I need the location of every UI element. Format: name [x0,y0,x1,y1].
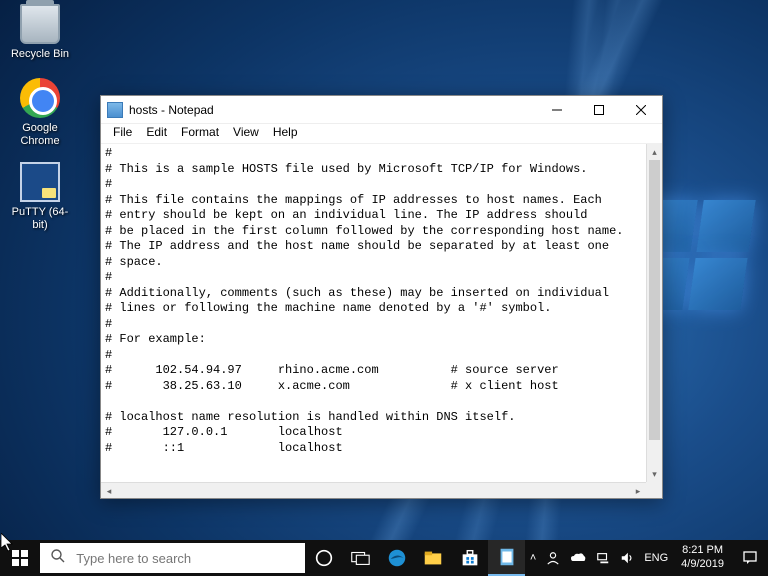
notepad-window[interactable]: hosts - Notepad File Edit Format View He… [100,95,663,499]
scroll-left-icon[interactable]: ◂ [101,483,117,498]
titlebar[interactable]: hosts - Notepad [101,96,662,124]
tray-chevron-up-icon[interactable]: ˄ [525,540,541,576]
tray-time: 8:21 PM [681,544,724,558]
editor-area: # # This is a sample HOSTS file used by … [101,144,662,498]
tray-onedrive-icon[interactable] [565,540,591,576]
chrome-icon [20,78,60,118]
taskbar: Type here to search ˄ ENG 8:21 PM 4/9/20… [0,540,768,576]
menu-file[interactable]: File [107,124,138,143]
desktop-icon-label: PuTTY (64-bit) [6,206,74,232]
close-button[interactable] [620,96,662,124]
tray-clock[interactable]: 8:21 PM 4/9/2019 [673,544,732,572]
windows-logo-icon [12,550,28,566]
recycle-bin-icon [20,4,60,44]
tray-language[interactable]: ENG [639,540,673,576]
search-box[interactable]: Type here to search [40,543,305,573]
cortana-button[interactable] [305,540,342,576]
maximize-button[interactable] [578,96,620,124]
horizontal-scrollbar[interactable]: ◂ ▸ [101,482,646,498]
taskbar-app-notepad[interactable] [488,540,525,576]
vertical-scrollbar[interactable]: ▴ ▾ [646,144,662,482]
scroll-corner [646,482,662,498]
text-editor[interactable]: # # This is a sample HOSTS file used by … [101,144,646,482]
menu-help[interactable]: Help [267,124,304,143]
desktop-icon-recycle-bin[interactable]: Recycle Bin [6,4,74,61]
window-title: hosts - Notepad [129,103,214,117]
action-center-button[interactable] [732,540,768,576]
menu-format[interactable]: Format [175,124,225,143]
tray-volume-icon[interactable] [615,540,639,576]
tray-people-icon[interactable] [541,540,565,576]
scroll-up-icon[interactable]: ▴ [647,144,662,160]
scroll-right-icon[interactable]: ▸ [630,483,646,498]
putty-icon [20,162,60,202]
system-tray: ˄ ENG 8:21 PM 4/9/2019 [525,540,768,576]
search-placeholder: Type here to search [76,551,191,566]
start-button[interactable] [0,540,40,576]
search-icon [50,548,66,569]
menu-view[interactable]: View [227,124,265,143]
scroll-thumb[interactable] [649,160,660,440]
scroll-down-icon[interactable]: ▾ [647,466,662,482]
taskbar-app-store[interactable] [452,540,489,576]
menu-edit[interactable]: Edit [140,124,173,143]
tray-date: 4/9/2019 [681,558,724,572]
desktop-icon-label: Google Chrome [6,122,74,148]
desktop-icon-putty[interactable]: PuTTY (64-bit) [6,162,74,232]
minimize-button[interactable] [536,96,578,124]
desktop-icon-chrome[interactable]: Google Chrome [6,78,74,148]
desktop[interactable]: Recycle Bin Google Chrome PuTTY (64-bit)… [0,0,768,576]
tray-network-icon[interactable] [591,540,615,576]
editor-content: # # This is a sample HOSTS file used by … [105,146,623,482]
notepad-icon [107,102,123,118]
desktop-icon-label: Recycle Bin [6,48,74,61]
taskbar-app-file-explorer[interactable] [415,540,452,576]
menubar: File Edit Format View Help [101,124,662,144]
taskbar-app-edge[interactable] [379,540,416,576]
task-view-button[interactable] [342,540,379,576]
